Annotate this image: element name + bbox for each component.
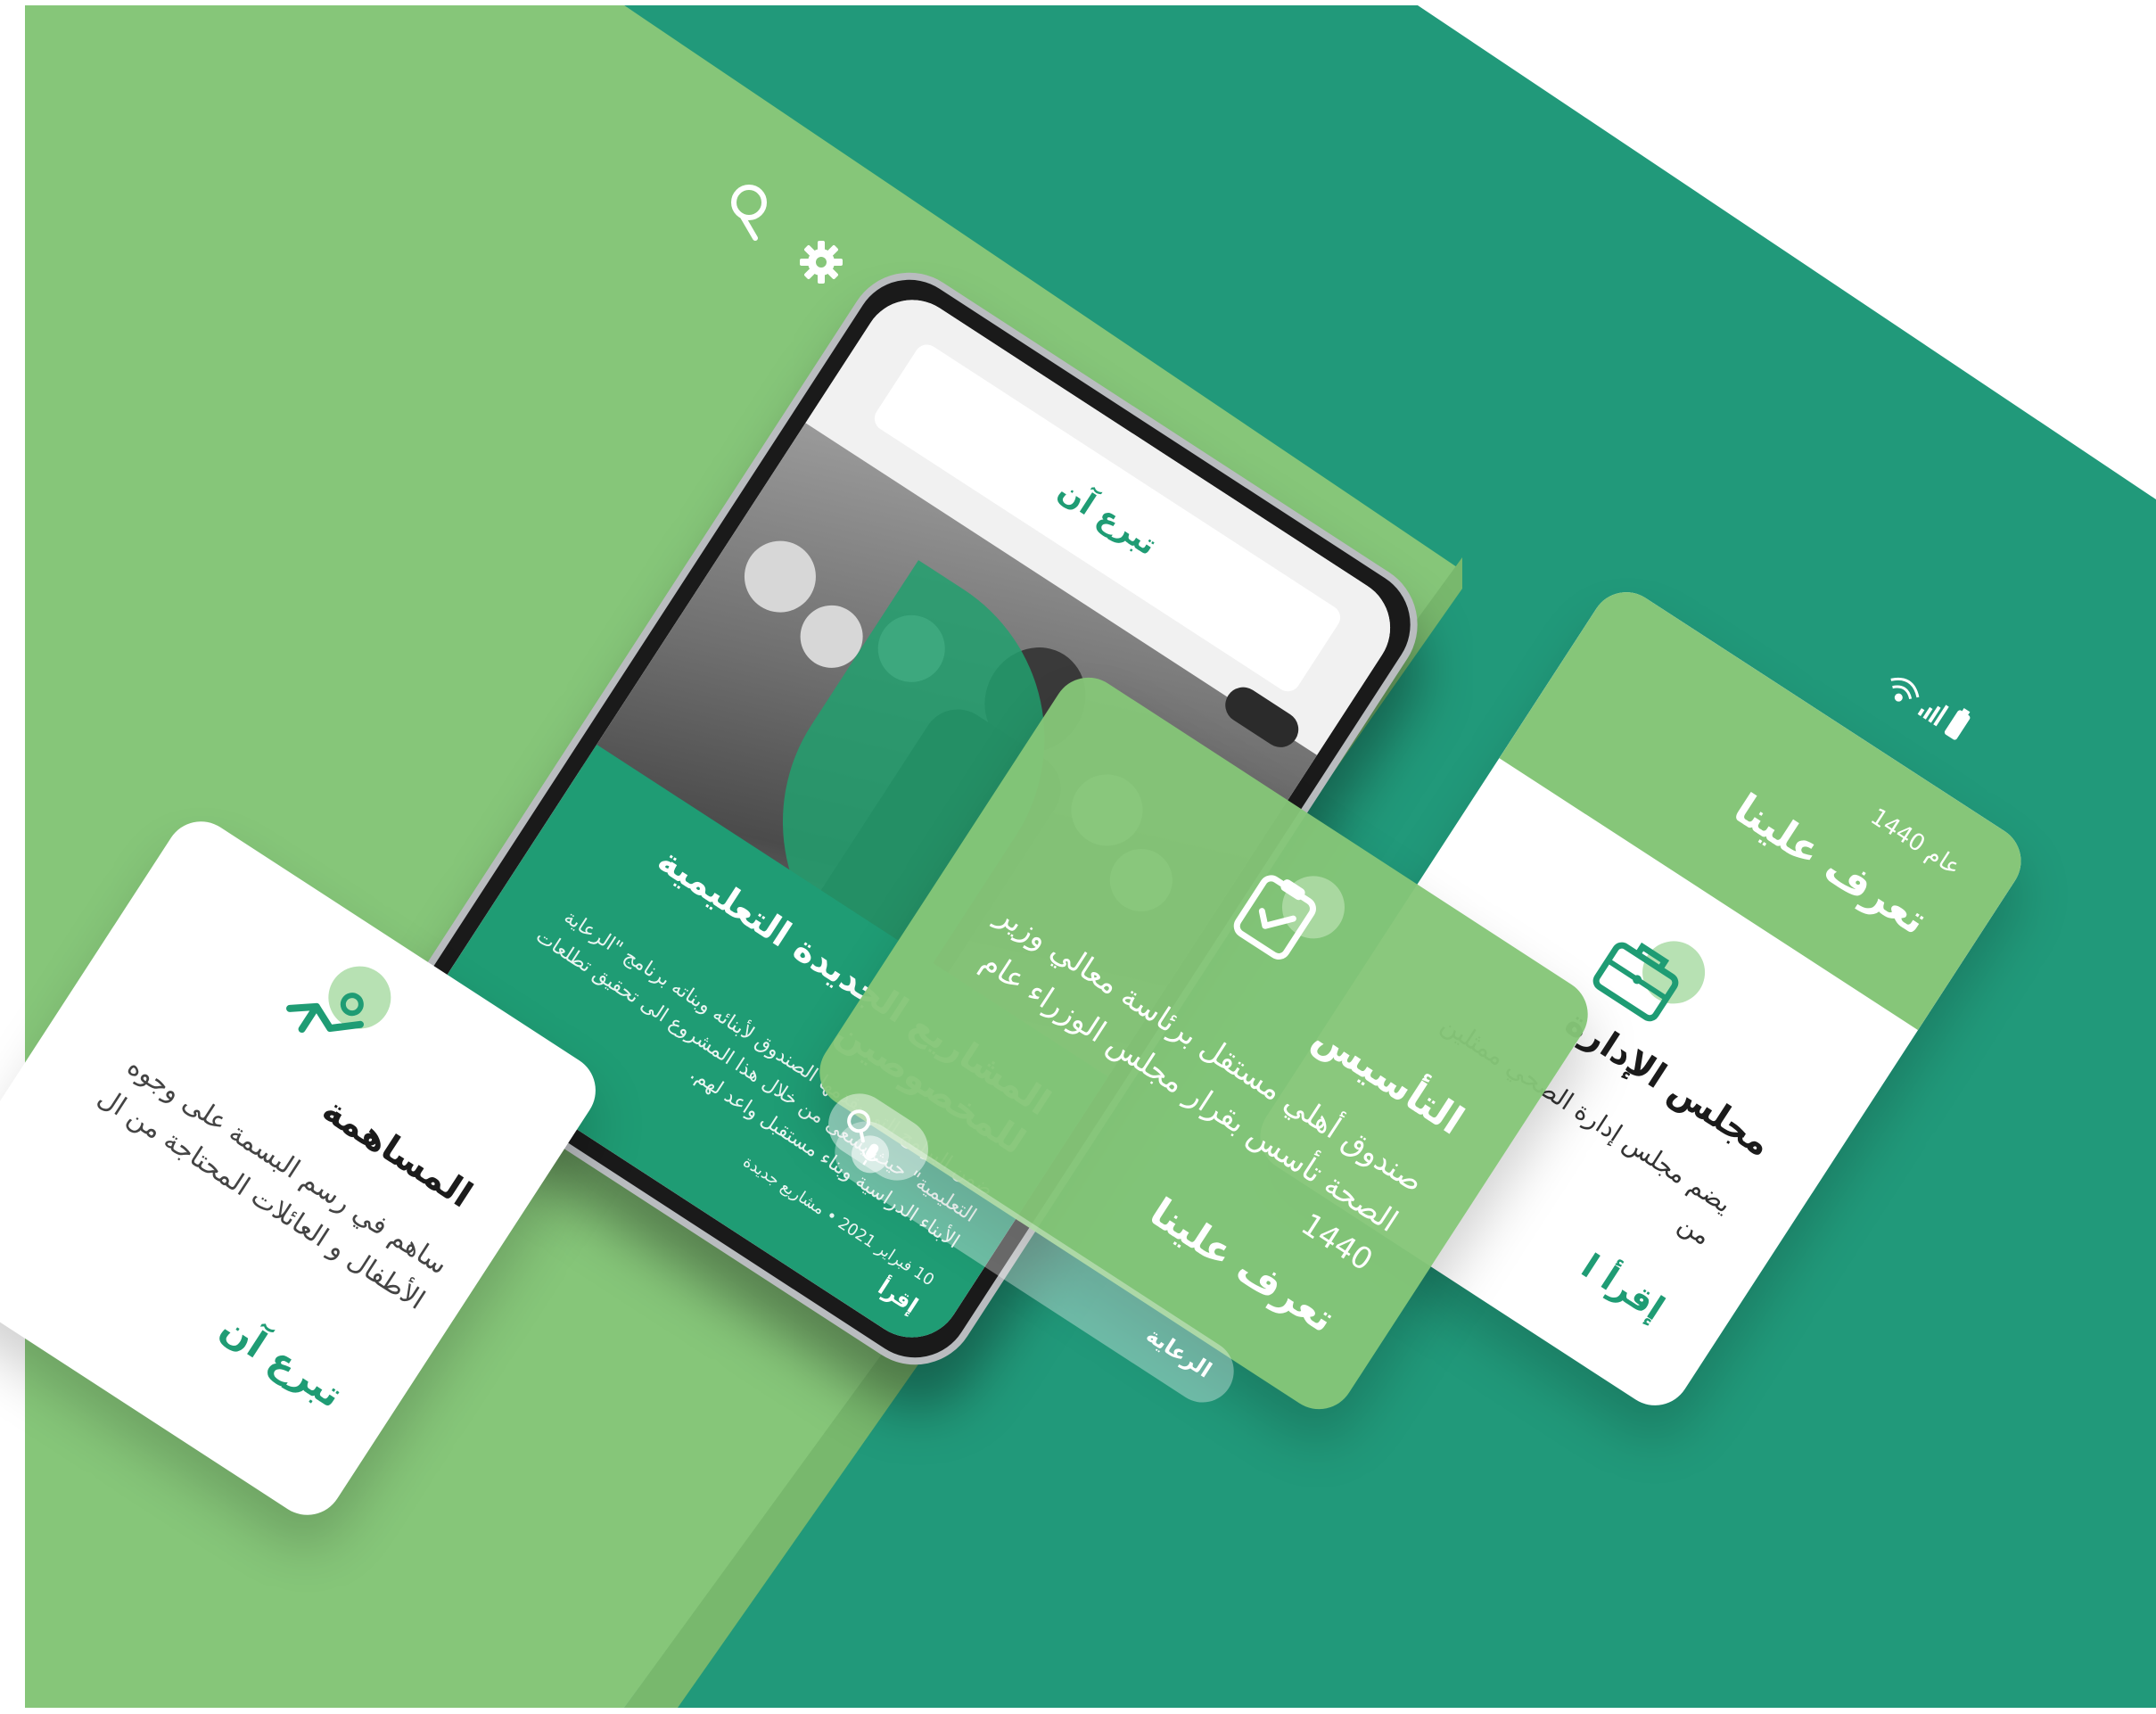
donate-now-card-button[interactable]: تبرع آن	[213, 1306, 351, 1416]
search-icon[interactable]	[727, 183, 771, 249]
about-header-title: تعرف علينا	[1725, 784, 1937, 944]
about-read-more-button[interactable]: إقرأ ا	[1575, 1247, 1672, 1329]
gear-icon[interactable]	[798, 239, 844, 289]
battery-icon	[1944, 708, 1971, 740]
signal-icon	[1917, 705, 1949, 727]
wifi-icon	[1890, 677, 1920, 702]
search-icon	[847, 1109, 871, 1143]
